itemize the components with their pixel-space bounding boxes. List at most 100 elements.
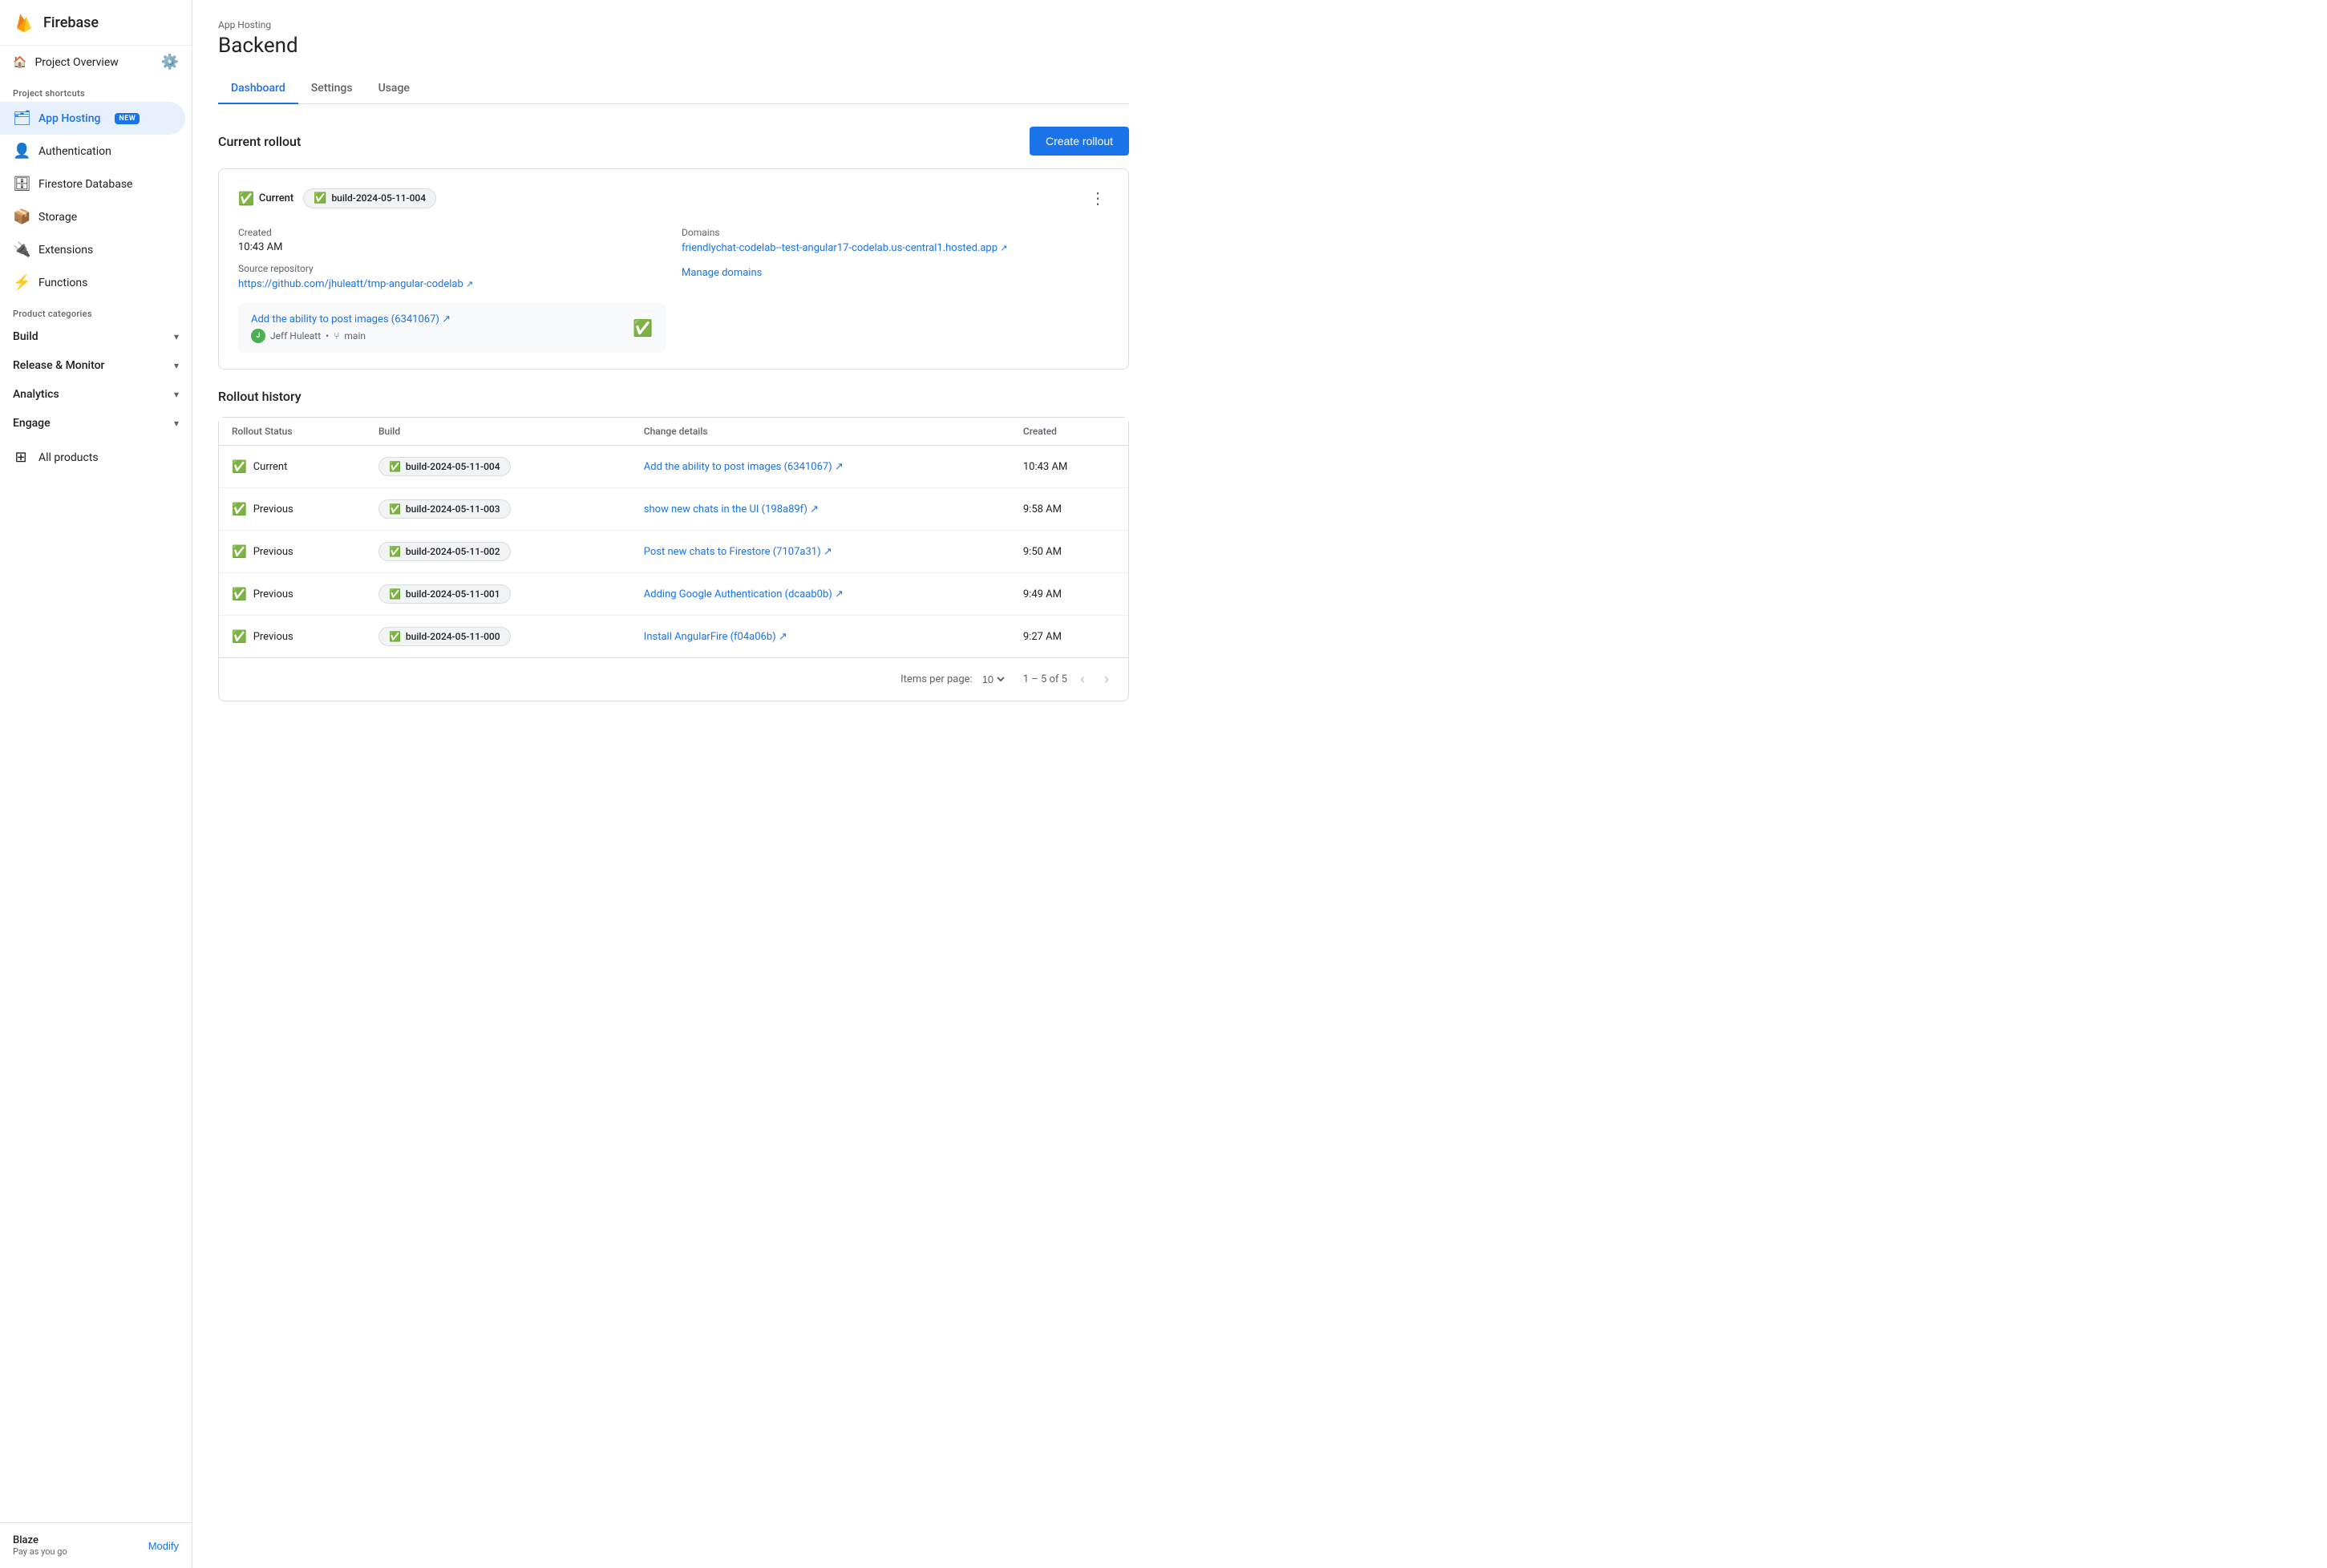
sidebar-item-all-products[interactable]: ⊞ All products bbox=[0, 441, 185, 474]
app-title: Firebase bbox=[43, 14, 99, 31]
tabs-bar: Dashboard Settings Usage bbox=[218, 74, 1129, 104]
row-change: show new chats in the UI (198a89f) ↗ bbox=[631, 488, 1010, 531]
row-check-icon: ✅ bbox=[232, 587, 247, 601]
created-value: 10:43 AM bbox=[238, 241, 666, 253]
col-header-build: Build bbox=[366, 418, 631, 446]
current-rollout-card: ✅ Current ✅ build-2024-05-11-004 ⋮ Creat… bbox=[218, 168, 1129, 370]
row-build-badge: ✅build-2024-05-11-002 bbox=[378, 542, 511, 561]
all-products-label: All products bbox=[38, 451, 99, 464]
next-page-button[interactable]: › bbox=[1098, 668, 1115, 691]
tab-settings[interactable]: Settings bbox=[298, 74, 366, 104]
page-title: Backend bbox=[218, 34, 1129, 58]
row-build-badge: ✅ build-2024-05-11-004 bbox=[378, 457, 511, 476]
row-build: ✅build-2024-05-11-003 bbox=[366, 488, 631, 531]
sidebar-item-app-hosting-label: App Hosting bbox=[38, 112, 100, 125]
col-header-status: Rollout Status bbox=[219, 418, 366, 446]
build-chevron-icon: ▾ bbox=[174, 331, 179, 342]
source-repo-link[interactable]: https://github.com/jhuleatt/tmp-angular-… bbox=[238, 278, 473, 290]
analytics-label: Analytics bbox=[13, 388, 59, 401]
row-check-icon: ✅ bbox=[232, 544, 247, 559]
domains-section: Domains friendlychat-codelab--test-angul… bbox=[682, 227, 1109, 254]
sidebar-item-build[interactable]: Build ▾ bbox=[0, 322, 192, 351]
row-check-icon: ✅ bbox=[232, 502, 247, 516]
sidebar-item-authentication[interactable]: 👤 Authentication bbox=[0, 135, 185, 168]
row-build-check-icon: ✅ bbox=[389, 461, 401, 472]
sidebar-item-engage[interactable]: Engage ▾ bbox=[0, 409, 192, 438]
sidebar-item-firestore[interactable]: 🗄 Firestore Database bbox=[0, 168, 185, 200]
row-build-label: build-2024-05-11-004 bbox=[406, 461, 500, 472]
project-overview-label: Project Overview bbox=[34, 56, 118, 69]
settings-icon[interactable]: ⚙️ bbox=[161, 54, 179, 71]
row-build-badge: ✅build-2024-05-11-001 bbox=[378, 584, 511, 604]
authentication-icon: 👤 bbox=[13, 143, 29, 160]
card-top-row: ✅ Current ✅ build-2024-05-11-004 ⋮ bbox=[238, 185, 1109, 211]
extensions-icon: 🔌 bbox=[13, 241, 29, 258]
tab-usage[interactable]: Usage bbox=[366, 74, 423, 104]
pagination: 1 – 5 of 5 ‹ › bbox=[1023, 668, 1115, 691]
tab-dashboard[interactable]: Dashboard bbox=[218, 74, 298, 104]
sidebar-footer: Blaze Pay as you go Modify bbox=[0, 1522, 192, 1568]
app-hosting-icon: 🗂 bbox=[13, 110, 29, 127]
row-change: Adding Google Authentication (dcaab0b) ↗ bbox=[631, 573, 1010, 616]
sidebar-header: Firebase bbox=[0, 0, 192, 46]
row-status-label: Previous bbox=[253, 588, 293, 600]
row-status: ✅Previous bbox=[219, 531, 366, 573]
modify-button[interactable]: Modify bbox=[148, 1540, 179, 1552]
row-build: ✅ build-2024-05-11-004 bbox=[366, 446, 631, 488]
table-row: ✅Previous✅build-2024-05-11-000Install An… bbox=[219, 616, 1128, 658]
create-rollout-button[interactable]: Create rollout bbox=[1030, 127, 1129, 156]
more-options-icon[interactable]: ⋮ bbox=[1087, 185, 1109, 211]
sidebar-item-analytics[interactable]: Analytics ▾ bbox=[0, 380, 192, 409]
domain-link[interactable]: friendlychat-codelab--test-angular17-cod… bbox=[682, 242, 1007, 254]
row-change-link[interactable]: show new chats in the UI (198a89f) ↗ bbox=[644, 503, 819, 515]
commit-meta: J Jeff Huleatt • ⑂ main bbox=[251, 329, 451, 343]
project-overview-button[interactable]: 🏠 Project Overview bbox=[13, 56, 119, 69]
row-build-label: build-2024-05-11-001 bbox=[406, 588, 500, 600]
row-change: Post new chats to Firestore (7107a31) ↗ bbox=[631, 531, 1010, 573]
row-build-badge: ✅build-2024-05-11-000 bbox=[378, 627, 511, 646]
commit-success-icon: ✅ bbox=[633, 318, 653, 337]
sidebar-item-functions[interactable]: ⚡ Functions bbox=[0, 266, 185, 299]
storage-icon: 📦 bbox=[13, 208, 29, 225]
col-header-created: Created bbox=[1010, 418, 1128, 446]
analytics-chevron-icon: ▾ bbox=[174, 389, 179, 400]
prev-page-button[interactable]: ‹ bbox=[1074, 668, 1091, 691]
row-change-link[interactable]: Add the ability to post images (6341067)… bbox=[644, 461, 844, 473]
project-overview-row[interactable]: 🏠 Project Overview ⚙️ bbox=[0, 46, 192, 79]
sidebar-item-extensions[interactable]: 🔌 Extensions bbox=[0, 233, 185, 266]
row-build: ✅build-2024-05-11-001 bbox=[366, 573, 631, 616]
row-status: ✅Previous bbox=[219, 488, 366, 531]
plan-name: Blaze bbox=[13, 1534, 67, 1546]
release-monitor-label: Release & Monitor bbox=[13, 359, 105, 372]
sidebar: Firebase 🏠 Project Overview ⚙️ Project s… bbox=[0, 0, 192, 1568]
row-change-link[interactable]: Install AngularFire (f04a06b) ↗ bbox=[644, 631, 787, 643]
row-change-link[interactable]: Adding Google Authentication (dcaab0b) ↗ bbox=[644, 588, 844, 600]
row-change: Install AngularFire (f04a06b) ↗ bbox=[631, 616, 1010, 658]
row-created: 9:58 AM bbox=[1010, 488, 1128, 531]
row-build-label: build-2024-05-11-000 bbox=[406, 631, 500, 642]
release-monitor-chevron-icon: ▾ bbox=[174, 360, 179, 371]
domains-label: Domains bbox=[682, 227, 1109, 238]
items-per-page-select[interactable]: 10 25 50 bbox=[979, 673, 1007, 686]
created-section: Created 10:43 AM bbox=[238, 227, 666, 253]
commit-details: Add the ability to post images (6341067)… bbox=[251, 313, 451, 343]
row-change-link[interactable]: Post new chats to Firestore (7107a31) ↗ bbox=[644, 546, 832, 558]
commit-link[interactable]: Add the ability to post images (6341067)… bbox=[251, 313, 451, 325]
meta-left: Created 10:43 AM Source repository https… bbox=[238, 227, 666, 353]
row-build-check-icon: ✅ bbox=[389, 546, 401, 557]
row-created: 9:27 AM bbox=[1010, 616, 1128, 658]
commit-info: Add the ability to post images (6341067)… bbox=[251, 313, 451, 343]
sidebar-item-app-hosting[interactable]: 🗂 App Hosting NEW bbox=[0, 102, 185, 135]
home-icon: 🏠 bbox=[13, 56, 26, 69]
row-created: 9:50 AM bbox=[1010, 531, 1128, 573]
meta-right: Domains friendlychat-codelab--test-angul… bbox=[682, 227, 1109, 353]
sidebar-item-storage[interactable]: 📦 Storage bbox=[0, 200, 185, 233]
sidebar-item-release-monitor[interactable]: Release & Monitor ▾ bbox=[0, 351, 192, 380]
new-badge: NEW bbox=[115, 113, 140, 124]
col-header-change: Change details bbox=[631, 418, 1010, 446]
row-created: 10:43 AM bbox=[1010, 446, 1128, 488]
manage-domains-link[interactable]: Manage domains bbox=[682, 267, 1109, 279]
source-repo-label: Source repository bbox=[238, 263, 666, 274]
items-per-page-label: Items per page: bbox=[900, 673, 973, 685]
commit-author: Jeff Huleatt bbox=[270, 330, 321, 341]
